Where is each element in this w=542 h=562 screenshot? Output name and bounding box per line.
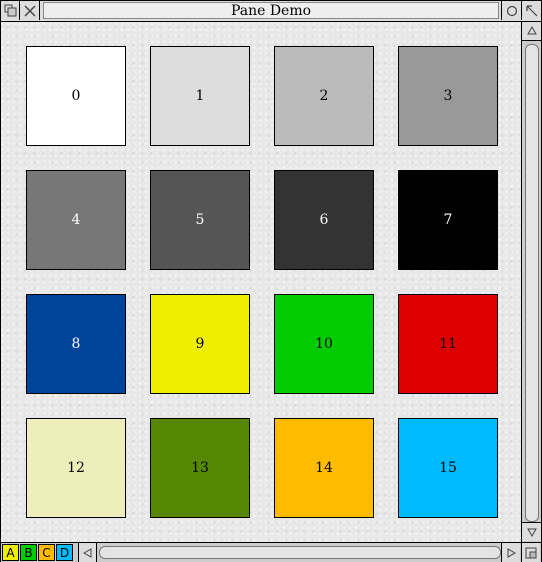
pane-demo-window: Pane Demo 0 1 2 3 4 5 6 7 8 9 10 11 12 13 14 15 ABCD: [0, 0, 542, 562]
color-swatch-14[interactable]: 14: [274, 418, 374, 518]
color-swatch-10[interactable]: 10: [274, 294, 374, 394]
pane-button-c[interactable]: C: [38, 544, 55, 561]
color-swatch-11[interactable]: 11: [398, 294, 498, 394]
swatch-label: 0: [71, 88, 81, 104]
close-icon[interactable]: [20, 1, 40, 20]
horizontal-scroll-thumb[interactable]: [99, 546, 501, 559]
scroll-down-icon[interactable]: [522, 522, 541, 541]
swatch-label: 11: [439, 336, 457, 352]
color-swatch-15[interactable]: 15: [398, 418, 498, 518]
swatch-label: 8: [71, 336, 81, 352]
swatch-label: 5: [195, 212, 205, 228]
color-swatch-4[interactable]: 4: [26, 170, 126, 270]
scroll-left-icon[interactable]: [78, 543, 97, 562]
vertical-scrollbar[interactable]: [521, 22, 541, 542]
scroll-right-icon[interactable]: [501, 543, 520, 562]
bottom-bar: ABCD: [1, 542, 541, 562]
pane-button-b[interactable]: B: [20, 544, 37, 561]
iconise-icon[interactable]: [501, 1, 521, 20]
color-swatch-3[interactable]: 3: [398, 46, 498, 146]
scroll-up-icon[interactable]: [522, 22, 541, 41]
color-swatch-12[interactable]: 12: [26, 418, 126, 518]
swatch-label: 1: [195, 88, 205, 104]
color-swatch-8[interactable]: 8: [26, 294, 126, 394]
window-title[interactable]: Pane Demo: [43, 2, 499, 19]
back-icon[interactable]: [1, 1, 20, 20]
title-bar[interactable]: Pane Demo: [1, 1, 541, 22]
swatch-label: 7: [443, 212, 453, 228]
pane-content: 0 1 2 3 4 5 6 7 8 9 10 11 12 13 14 15: [1, 22, 521, 542]
swatch-label: 15: [439, 460, 457, 476]
swatch-label: 10: [315, 336, 333, 352]
swatch-label: 13: [191, 460, 209, 476]
swatch-label: 14: [315, 460, 333, 476]
pane-button-a[interactable]: A: [2, 544, 19, 561]
pane-button-d[interactable]: D: [56, 544, 73, 561]
swatch-label: 2: [319, 88, 329, 104]
swatch-label: 12: [67, 460, 85, 476]
vertical-scroll-thumb[interactable]: [525, 44, 539, 522]
toggle-size-icon[interactable]: [521, 1, 541, 20]
color-swatch-1[interactable]: 1: [150, 46, 250, 146]
color-swatch-6[interactable]: 6: [274, 170, 374, 270]
color-swatch-0[interactable]: 0: [26, 46, 126, 146]
color-swatch-13[interactable]: 13: [150, 418, 250, 518]
color-swatch-5[interactable]: 5: [150, 170, 250, 270]
swatch-label: 4: [71, 212, 81, 228]
swatch-label: 6: [319, 212, 329, 228]
color-swatch-9[interactable]: 9: [150, 294, 250, 394]
swatch-label: 3: [443, 88, 453, 104]
color-swatch-7[interactable]: 7: [398, 170, 498, 270]
color-swatch-2[interactable]: 2: [274, 46, 374, 146]
resize-icon[interactable]: [521, 543, 540, 562]
swatch-label: 9: [195, 336, 205, 352]
